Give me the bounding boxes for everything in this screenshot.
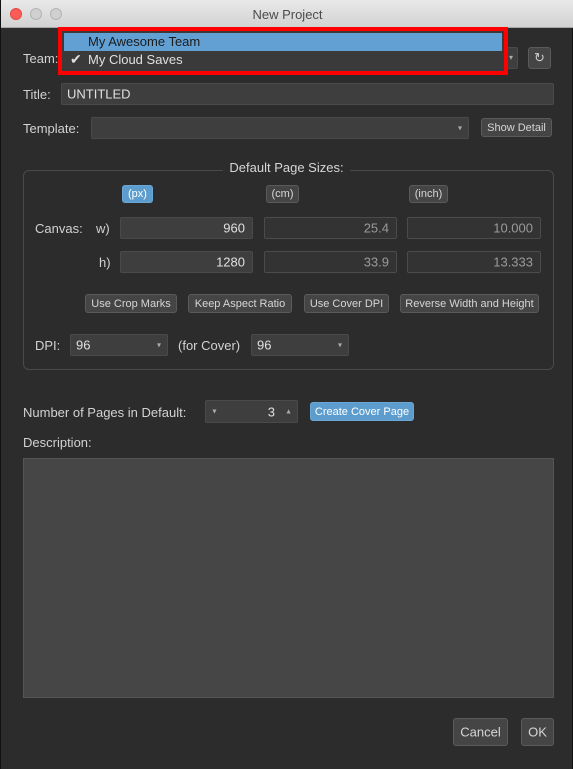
template-label: Template: (23, 121, 80, 136)
description-textarea[interactable] (23, 458, 554, 698)
pages-label: Number of Pages in Default: (23, 405, 187, 420)
title-bar: New Project (1, 0, 573, 28)
show-detail-button[interactable]: Show Detail (481, 118, 552, 137)
unit-px-button[interactable]: (px) (122, 185, 153, 203)
new-project-window: New Project Team: ▾ ↻ My Awesome Team ✔ … (0, 0, 573, 769)
chevron-down-icon: ▾ (156, 340, 161, 350)
use-cover-dpi-button[interactable]: Use Cover DPI (304, 294, 389, 313)
team-label: Team: (23, 51, 59, 66)
ok-button[interactable]: OK (521, 718, 554, 746)
dpi-label: DPI: (35, 338, 61, 353)
checkmark-icon: ✔ (70, 51, 82, 67)
width-label: w) (96, 221, 110, 236)
team-option-my-cloud-saves[interactable]: ✔ My Cloud Saves (64, 51, 502, 69)
team-dropdown-menu: My Awesome Team ✔ My Cloud Saves (58, 27, 508, 75)
for-cover-label: (for Cover) (178, 338, 241, 353)
dpi-select[interactable]: 96 ▾ (70, 334, 168, 356)
keep-aspect-ratio-button[interactable]: Keep Aspect Ratio (188, 294, 292, 313)
refresh-icon: ↻ (534, 50, 545, 65)
team-option-label: My Cloud Saves (88, 52, 183, 67)
use-crop-marks-button[interactable]: Use Crop Marks (85, 294, 177, 313)
refresh-team-button[interactable]: ↻ (528, 47, 551, 69)
height-px-input[interactable]: 1280 (120, 251, 253, 273)
increment-arrow-icon[interactable]: ▲ (285, 408, 292, 415)
unit-inch-button[interactable]: (inch) (409, 185, 448, 203)
title-label: Title: (23, 87, 51, 102)
pages-stepper[interactable]: ▼ 3 ▲ (205, 400, 298, 423)
height-label: h) (99, 255, 111, 270)
cover-dpi-select[interactable]: 96 ▾ (251, 334, 349, 356)
team-option-label: My Awesome Team (88, 34, 201, 49)
team-option-my-awesome-team[interactable]: My Awesome Team (64, 33, 502, 51)
height-inch-input[interactable]: 13.333 (407, 251, 541, 273)
unit-cm-button[interactable]: (cm) (266, 185, 299, 203)
canvas-label: Canvas: (35, 221, 83, 236)
width-px-input[interactable]: 960 (120, 217, 253, 239)
chevron-down-icon: ▾ (337, 340, 342, 350)
decrement-arrow-icon[interactable]: ▼ (211, 408, 218, 415)
reverse-width-height-button[interactable]: Reverse Width and Height (400, 294, 539, 313)
width-inch-input[interactable]: 10.000 (407, 217, 541, 239)
width-cm-input[interactable]: 25.4 (264, 217, 397, 239)
description-label: Description: (23, 435, 92, 450)
title-input-value: UNTITLED (67, 86, 131, 102)
pages-value: 3 (267, 404, 275, 419)
window-title: New Project (252, 7, 323, 22)
height-cm-input[interactable]: 33.9 (264, 251, 397, 273)
template-select[interactable]: ▾ (91, 117, 469, 139)
create-cover-page-button[interactable]: Create Cover Page (310, 402, 414, 421)
page-sizes-heading: Default Page Sizes: (1, 160, 572, 175)
cancel-button[interactable]: Cancel (453, 718, 508, 746)
chevron-down-icon: ▾ (457, 123, 462, 133)
title-input[interactable]: UNTITLED (61, 83, 554, 105)
